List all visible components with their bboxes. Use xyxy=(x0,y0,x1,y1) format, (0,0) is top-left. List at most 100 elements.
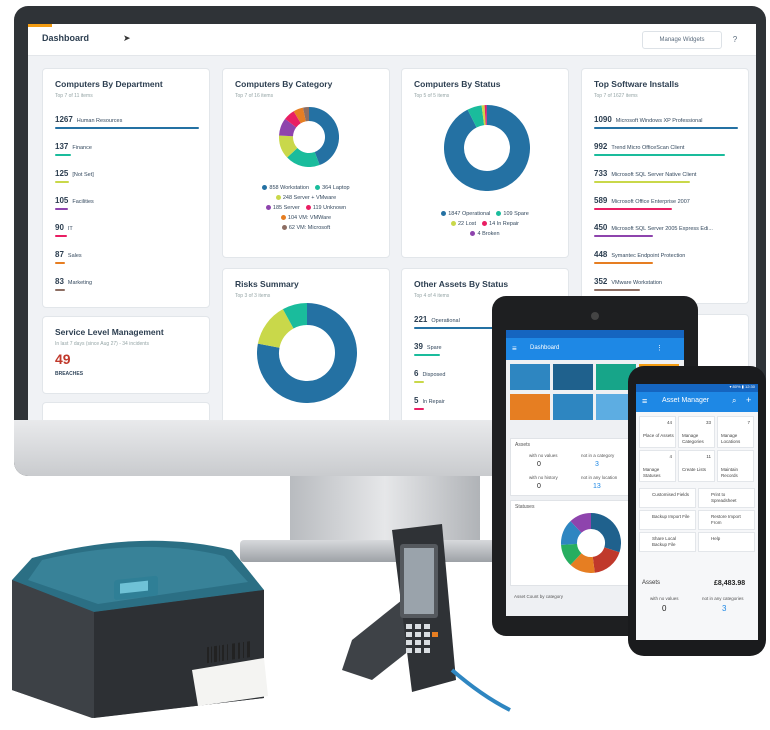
list-item[interactable]: 105 Facilities xyxy=(55,196,94,205)
menu-tile[interactable]: 11 Create Lists xyxy=(678,450,715,482)
donut-slice[interactable] xyxy=(570,552,595,573)
action-button[interactable]: Help xyxy=(698,532,755,552)
list-item[interactable]: 733 Microsoft SQL Server Native Client xyxy=(594,169,696,178)
widget-title: Computers By Category xyxy=(235,79,333,89)
stat-value: 0 xyxy=(662,604,667,613)
list-item[interactable]: 992 Trend Micro OfficeScan Client xyxy=(594,142,684,151)
item-label: Microsoft SQL Server 2005 Express Edi... xyxy=(611,226,713,232)
donut-slice[interactable] xyxy=(308,107,339,166)
legend-item[interactable]: 14 In Repair xyxy=(482,221,519,227)
donut-slice[interactable] xyxy=(285,111,302,128)
tile-label: Create Lists xyxy=(682,467,707,472)
legend-item[interactable]: 364 Laptop xyxy=(315,185,350,191)
list-item[interactable]: 87 Sales xyxy=(55,250,82,259)
legend-item[interactable]: 1847 Operational xyxy=(441,211,490,217)
donut-slice[interactable] xyxy=(282,303,308,329)
widget-title: Risks Summary xyxy=(235,279,299,289)
donut-slice[interactable] xyxy=(293,107,307,124)
tile-count: 44 xyxy=(666,420,672,425)
phone-status-bar: ▾ 80% ▮ 12:30 xyxy=(636,384,758,392)
menu-icon[interactable]: ≡ xyxy=(512,344,517,353)
list-item[interactable]: 39 Spare xyxy=(414,342,442,351)
action-button[interactable]: Print to Spreadsheet xyxy=(698,488,755,508)
manage-widgets-button[interactable]: Manage Widgets xyxy=(642,31,722,49)
donut-slice[interactable] xyxy=(257,309,295,349)
tile-count: 33 xyxy=(705,420,711,425)
legend-item[interactable]: 62 VM: Microsoft xyxy=(281,225,330,231)
widget-subtitle: Top 7 of 11 items xyxy=(55,93,93,99)
legend-item[interactable]: 4 Broken xyxy=(470,231,500,237)
donut-slice[interactable] xyxy=(279,135,298,158)
list-item[interactable]: 221 Operational xyxy=(414,315,460,324)
legend-item[interactable]: 104 VM: VMWare xyxy=(280,215,331,221)
widget-computers-by-department[interactable]: Computers By Department Top 7 of 11 item… xyxy=(42,68,210,308)
list-item[interactable]: 352 VMware Workstation xyxy=(594,277,662,286)
search-icon[interactable]: ⌕ xyxy=(732,396,736,406)
legend-item[interactable]: 119 Unknown xyxy=(305,205,347,211)
help-button[interactable]: ? xyxy=(726,31,744,49)
list-item[interactable]: 5 In Repair xyxy=(414,396,445,405)
risks-donut-chart xyxy=(257,303,357,403)
add-icon[interactable]: + xyxy=(746,395,751,405)
item-count: 83 xyxy=(55,277,64,286)
more-icon[interactable]: ⋮ xyxy=(656,344,663,352)
legend-item[interactable]: 109 Spare xyxy=(496,211,529,217)
legend-item[interactable]: 248 Server + VMware xyxy=(275,195,336,201)
item-count: 87 xyxy=(55,250,64,259)
legend-swatch xyxy=(482,221,488,227)
action-button[interactable]: Restore Import From xyxy=(698,510,755,530)
menu-tile[interactable]: 4 Manage Statuses xyxy=(639,450,676,482)
donut-slice[interactable] xyxy=(467,105,485,128)
list-item[interactable]: 1090 Microsoft Windows XP Professional xyxy=(594,115,703,124)
list-item[interactable]: 6 Disposed xyxy=(414,369,445,378)
dashboard-tile[interactable] xyxy=(510,394,550,420)
legend-item[interactable]: 858 Workstation xyxy=(262,185,309,191)
item-count: 352 xyxy=(594,277,608,286)
donut-slice[interactable] xyxy=(570,513,592,534)
donut-slice[interactable] xyxy=(444,105,530,191)
menu-tile[interactable]: Maintain Records xyxy=(717,450,754,482)
dashboard-tile[interactable] xyxy=(553,394,593,420)
list-item[interactable]: 448 Symantec Endpoint Protection xyxy=(594,250,685,259)
menu-tile[interactable]: 7 Manage Locations xyxy=(717,416,754,448)
list-item[interactable]: 137 Finance xyxy=(55,142,92,151)
donut-slice[interactable] xyxy=(592,546,620,573)
menu-tile[interactable]: 33 Manage Categories xyxy=(678,416,715,448)
item-bar xyxy=(414,354,440,356)
legend-label: 119 Unknown xyxy=(312,205,347,211)
donut-slice[interactable] xyxy=(561,543,582,565)
menu-tile[interactable]: 44 Place of Assets xyxy=(639,416,676,448)
donut-slice[interactable] xyxy=(590,513,621,553)
list-item[interactable]: 83 Marketing xyxy=(55,277,92,286)
action-button[interactable]: Backup Import File xyxy=(639,510,696,530)
list-item[interactable]: 1267 Human Resources xyxy=(55,115,122,124)
action-button[interactable]: Share Local Backup File xyxy=(639,532,696,552)
list-item[interactable]: 125 [Not Set] xyxy=(55,169,94,178)
assets-value: £8,483.98 xyxy=(714,580,746,587)
donut-slice[interactable] xyxy=(279,118,297,137)
tablet-status-bar xyxy=(506,330,684,338)
stat-label: not in a category xyxy=(581,453,615,458)
widget-computers-by-status[interactable]: Computers By Status Top 5 of 5 items 184… xyxy=(401,68,569,258)
donut-slice[interactable] xyxy=(561,521,582,545)
list-item[interactable]: 90 IT xyxy=(55,223,73,232)
item-count: 448 xyxy=(594,250,608,259)
list-item[interactable]: 450 Microsoft SQL Server 2005 Express Edi… xyxy=(594,223,713,232)
dashboard-tile[interactable] xyxy=(510,364,550,390)
widget-partial xyxy=(42,402,210,420)
donut-slice[interactable] xyxy=(287,147,320,167)
item-bar xyxy=(594,208,672,210)
legend-item[interactable]: 22 Lost xyxy=(450,221,476,227)
widget-top-software-installs[interactable]: Top Software Installs Top 7 of 1627 item… xyxy=(581,68,749,304)
list-item[interactable]: 589 Microsoft Office Enterprise 2007 xyxy=(594,196,690,205)
widget-service-level[interactable]: Service Level Management In last 7 days … xyxy=(42,316,210,394)
dashboard-tile[interactable] xyxy=(553,364,593,390)
menu-icon[interactable]: ≡ xyxy=(642,396,647,406)
widget-risks-summary[interactable]: Risks Summary Top 3 of 3 items xyxy=(222,268,390,420)
widget-subtitle: Top 5 of 5 items xyxy=(414,93,450,99)
breaches-caption: BREACHES xyxy=(55,371,84,377)
item-count: 90 xyxy=(55,223,64,232)
legend-item[interactable]: 185 Server xyxy=(265,205,300,211)
widget-computers-by-category[interactable]: Computers By Category Top 7 of 16 items … xyxy=(222,68,390,258)
action-button[interactable]: Customised Fields xyxy=(639,488,696,508)
